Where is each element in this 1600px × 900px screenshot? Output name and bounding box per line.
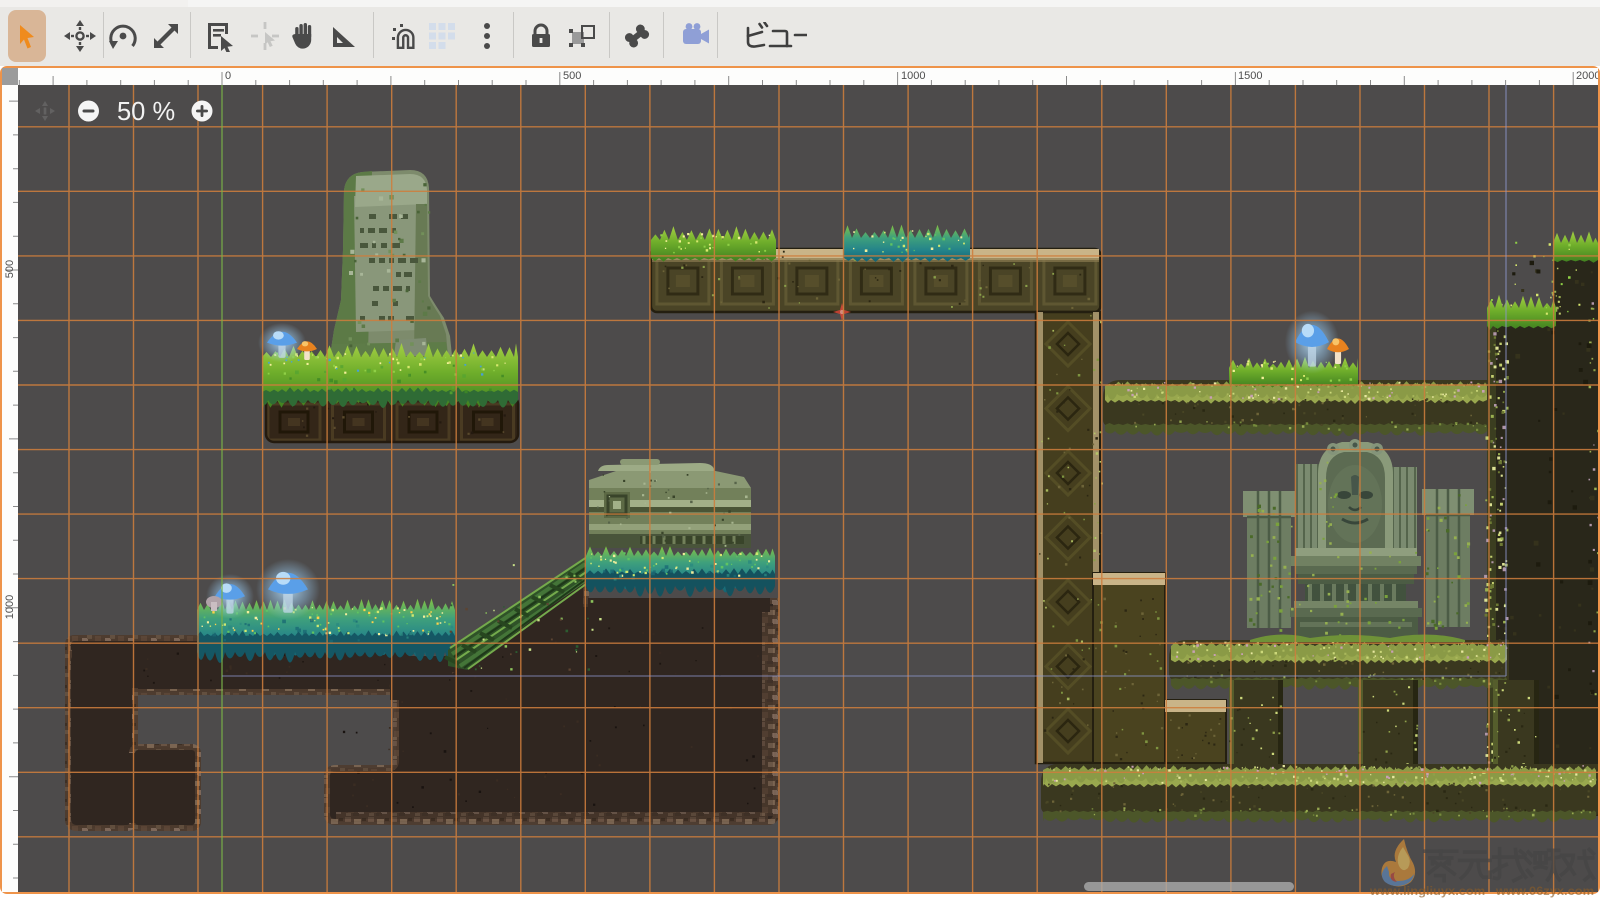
svg-text:www.lingliuyx.com www.06zyx.: www.lingliuyx.com www.06zyx.com (1369, 884, 1594, 898)
